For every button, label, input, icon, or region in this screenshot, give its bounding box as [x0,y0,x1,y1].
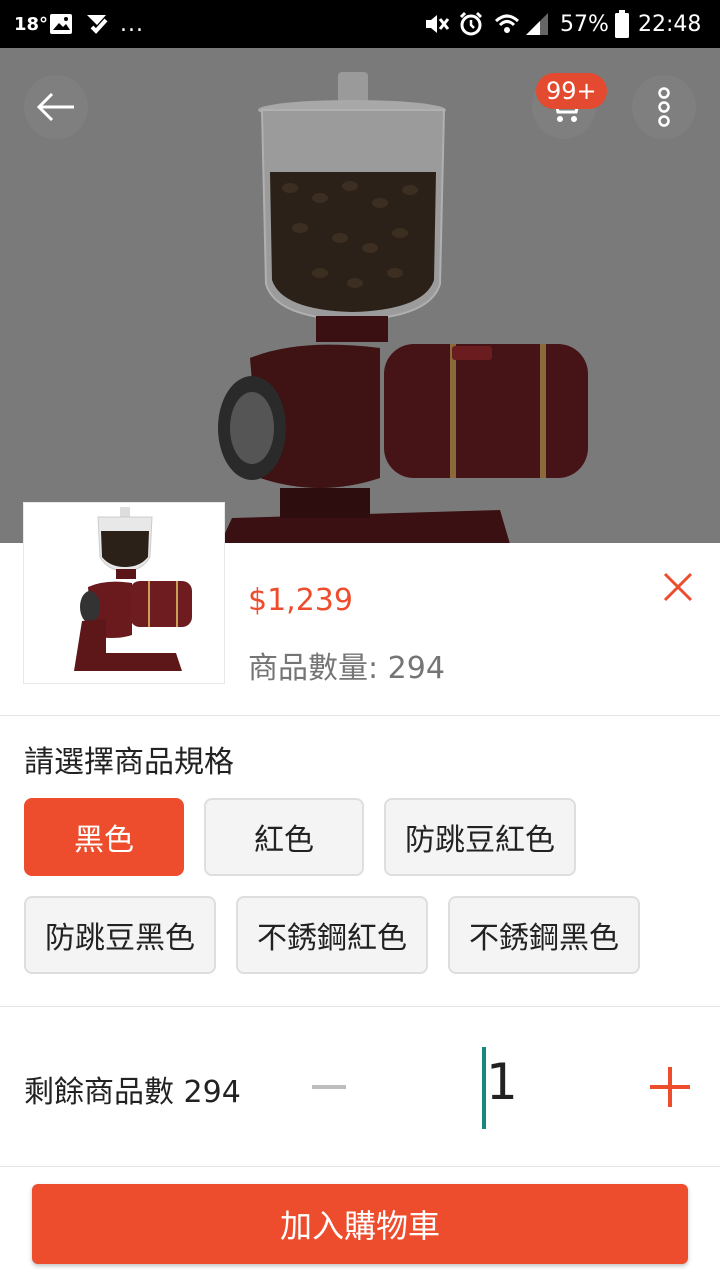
minus-icon [312,1085,346,1089]
battery-percent-text: 57% [560,11,609,37]
status-bar: 18° ... 57% 22:48 [0,0,720,48]
divider [0,1166,720,1167]
mute-icon [424,0,450,48]
variant-chip-anti-jump-black[interactable]: 防跳豆黑色 [24,896,216,974]
coffee-grinder-thumbnail [26,505,222,681]
variant-section-title: 請選擇商品規格 [24,745,234,780]
quantity-value: 1 [486,1053,518,1111]
temperature-text: 18° [14,13,49,35]
more-notifications-text: ... [120,11,144,37]
variant-chip-black[interactable]: 黑色 [24,798,184,876]
divider [0,1006,720,1007]
arrow-left-icon [36,92,74,122]
variant-chip-red[interactable]: 紅色 [204,798,364,876]
quantity-input[interactable]: 1 [470,1047,530,1129]
clock-text: 22:48 [638,11,702,37]
cart-count-badge: 99+ [536,73,607,109]
close-icon [663,572,693,602]
product-hero-image: 99+ [0,48,720,544]
variant-chip-stainless-black[interactable]: 不銹鋼黑色 [448,896,640,974]
back-button[interactable] [24,75,88,139]
wifi-icon [494,0,520,48]
alarm-icon [458,0,484,48]
more-vertical-icon [658,87,670,127]
decrease-quantity-button[interactable] [306,1059,352,1115]
check-notification-icon [84,0,110,48]
product-price: $1,239 [248,583,353,618]
product-stock-count: 商品數量: 294 [248,651,445,686]
variant-chip-stainless-red[interactable]: 不銹鋼紅色 [236,896,428,974]
battery-icon [614,0,630,48]
product-thumbnail [24,503,224,683]
increase-quantity-button[interactable] [646,1063,694,1111]
more-options-button[interactable] [632,75,696,139]
gallery-icon [48,0,74,48]
variant-chip-anti-jump-red[interactable]: 防跳豆紅色 [384,798,576,876]
plus-icon [650,1067,690,1107]
variant-bottom-sheet: $1,239 商品數量: 294 請選擇商品規格 黑色 紅色 防跳豆紅色 防跳豆… [0,503,720,1280]
signal-icon [524,0,550,48]
remaining-stock-label: 剩餘商品數 294 [24,1075,241,1110]
add-to-cart-button[interactable]: 加入購物車 [32,1184,688,1264]
close-sheet-button[interactable] [656,565,700,609]
divider [0,715,720,716]
coffee-grinder-photo [0,48,720,544]
